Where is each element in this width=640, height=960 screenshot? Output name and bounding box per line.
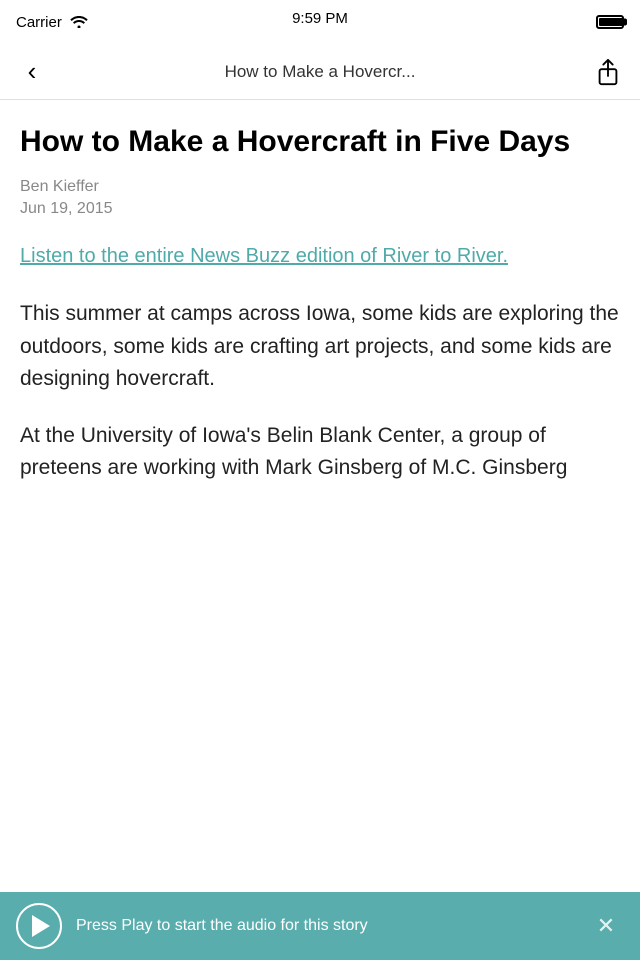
battery-icon [596, 15, 624, 29]
wifi-icon [70, 14, 88, 31]
article-author: Ben Kieffer [20, 178, 620, 196]
article-title: How to Make a Hovercraft in Five Days [20, 124, 620, 160]
status-time: 9:59 PM [292, 10, 348, 27]
nav-title: How to Make a Hovercr... [52, 62, 588, 82]
audio-prompt: Press Play to start the audio for this s… [76, 915, 588, 937]
play-button[interactable] [16, 903, 62, 949]
close-icon: ✕ [597, 913, 615, 939]
back-chevron-icon: ‹ [28, 58, 37, 84]
article-date: Jun 19, 2015 [20, 200, 620, 218]
share-button[interactable] [588, 52, 628, 92]
article-body: This summer at camps across Iowa, some k… [20, 298, 620, 485]
close-audio-button[interactable]: ✕ [588, 908, 624, 944]
audio-player-bar: Press Play to start the audio for this s… [0, 892, 640, 960]
nav-bar: ‹ How to Make a Hovercr... [0, 44, 640, 100]
article-content: How to Make a Hovercraft in Five Days Be… [0, 100, 640, 892]
body-paragraph-1: This summer at camps across Iowa, some k… [20, 298, 620, 396]
status-left: Carrier [16, 14, 88, 31]
play-icon [32, 915, 50, 937]
carrier-label: Carrier [16, 14, 62, 31]
back-button[interactable]: ‹ [12, 52, 52, 92]
status-bar: Carrier 9:59 PM [0, 0, 640, 44]
body-paragraph-2: At the University of Iowa's Belin Blank … [20, 420, 620, 485]
share-icon [596, 58, 620, 86]
status-right [596, 15, 624, 29]
article-link[interactable]: Listen to the entire News Buzz edition o… [20, 242, 620, 270]
